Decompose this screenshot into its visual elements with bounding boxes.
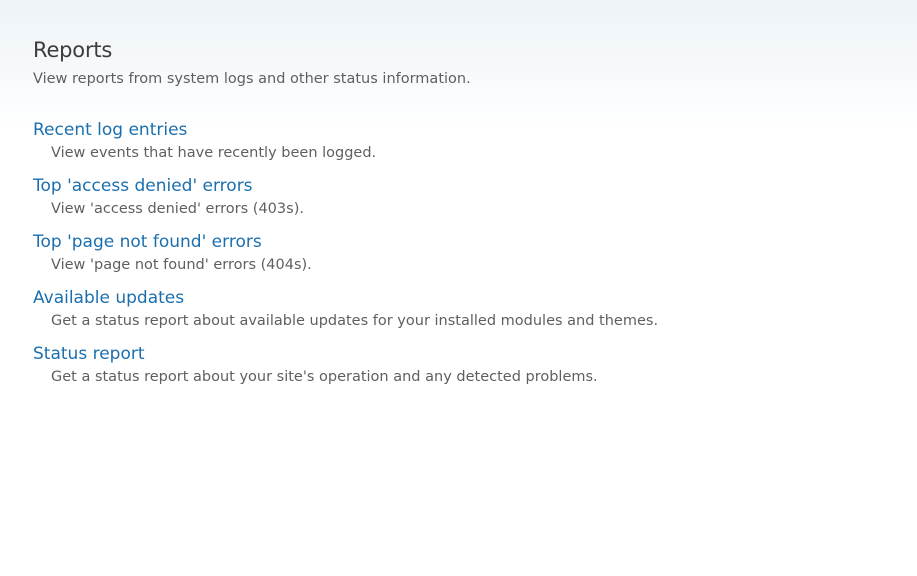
- item-description: Get a status report about your site's op…: [51, 369, 598, 385]
- list-item: Top 'page not found' errors View 'page n…: [33, 231, 863, 276]
- item-description: View 'page not found' errors (404s).: [51, 257, 312, 273]
- reports-list: Recent log entries View events that have…: [33, 119, 863, 388]
- top-access-denied-errors-link[interactable]: Top 'access denied' errors: [33, 175, 863, 197]
- page-description: View reports from system logs and other …: [33, 71, 471, 87]
- list-item: Recent log entries View events that have…: [33, 119, 863, 164]
- item-description: View 'access denied' errors (403s).: [51, 201, 304, 217]
- top-page-not-found-errors-link[interactable]: Top 'page not found' errors: [33, 231, 863, 253]
- available-updates-link[interactable]: Available updates: [33, 287, 863, 309]
- reports-panel: Reports View reports from system logs an…: [0, 0, 917, 576]
- recent-log-entries-link[interactable]: Recent log entries: [33, 119, 863, 141]
- item-description: View events that have recently been logg…: [51, 145, 377, 161]
- status-report-link[interactable]: Status report: [33, 343, 863, 365]
- list-item: Status report Get a status report about …: [33, 343, 863, 388]
- list-item: Top 'access denied' errors View 'access …: [33, 175, 863, 220]
- item-description: Get a status report about available upda…: [51, 313, 659, 329]
- page-title: Reports: [33, 38, 113, 62]
- list-item: Available updates Get a status report ab…: [33, 287, 863, 332]
